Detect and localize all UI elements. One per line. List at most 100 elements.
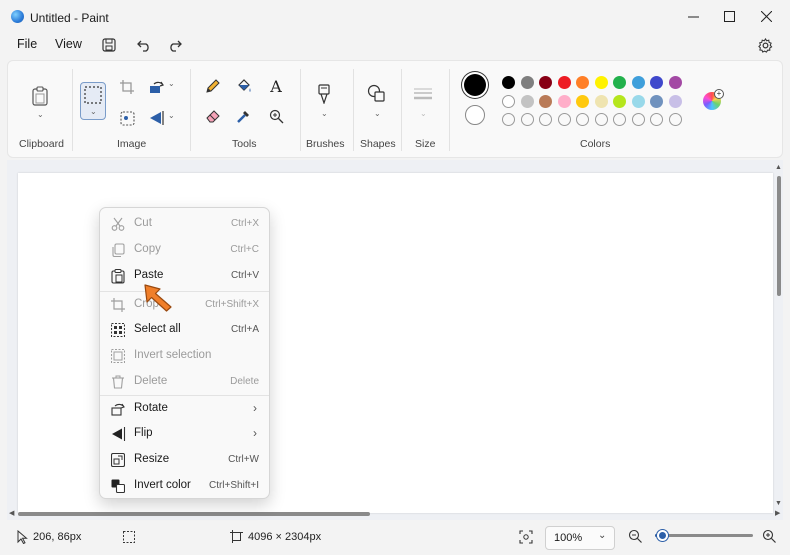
empty-color-slot[interactable] [576, 113, 589, 126]
context-item-paste[interactable]: Paste Ctrl+V [104, 264, 267, 288]
context-item-invert-selection[interactable]: Invert selection [104, 344, 267, 368]
color-swatch[interactable] [594, 94, 608, 108]
menu-view[interactable]: View [55, 37, 82, 51]
color-swatch[interactable] [502, 94, 515, 108]
zoom-slider-thumb[interactable] [656, 530, 668, 541]
zoom-in-icon [269, 109, 283, 123]
shapes-chevron-down-icon[interactable]: ⌄ [374, 109, 381, 118]
primary-color-swatch[interactable] [464, 74, 486, 96]
empty-color-slot[interactable] [668, 113, 682, 126]
context-item-label: Invert color [134, 479, 191, 491]
menu-file[interactable]: File [17, 37, 37, 51]
color-swatch[interactable] [557, 94, 571, 108]
clipboard-chevron-down-icon[interactable]: ⌄ [37, 110, 44, 119]
context-menu-divider [100, 291, 269, 292]
context-item-cut[interactable]: Cut Ctrl+X [104, 212, 267, 236]
eraser-button[interactable] [203, 106, 223, 126]
size-button[interactable] [411, 85, 435, 103]
maximize-button[interactable] [711, 0, 747, 32]
context-item-select-all[interactable]: Select all Ctrl+A [104, 318, 267, 342]
color-swatch[interactable] [557, 76, 571, 89]
zoom-in-button[interactable] [762, 529, 776, 546]
zoom-out-icon [628, 529, 642, 543]
settings-button[interactable] [755, 35, 775, 55]
redo-button[interactable] [165, 35, 185, 55]
minimize-button[interactable] [675, 0, 711, 32]
context-item-copy[interactable]: Copy Ctrl+C [104, 238, 267, 262]
flip-chevron-down-icon[interactable]: ⌄ [168, 111, 175, 120]
clipboard-button[interactable] [30, 85, 50, 107]
size-chevron-down-icon[interactable]: ⌄ [420, 109, 427, 118]
shapes-button[interactable] [366, 83, 386, 103]
scroll-down-arrow-icon[interactable]: ▼ [775, 500, 782, 507]
context-item-resize[interactable]: Resize Ctrl+W [104, 448, 267, 472]
rotate-chevron-down-icon[interactable]: ⌄ [168, 79, 175, 88]
brushes-chevron-down-icon[interactable]: ⌄ [321, 109, 328, 118]
color-swatch[interactable] [594, 76, 608, 89]
rotate-button[interactable] [148, 78, 166, 96]
color-swatch[interactable] [576, 76, 589, 89]
color-swatch[interactable] [613, 76, 626, 89]
cursor-position: 206, 86px [33, 531, 82, 543]
fill-button[interactable] [234, 76, 254, 96]
zoom-slider-track[interactable] [655, 534, 753, 537]
color-swatch[interactable] [520, 76, 534, 89]
color-swatch[interactable] [631, 76, 645, 89]
pencil-button[interactable] [203, 76, 223, 96]
color-swatch[interactable] [539, 76, 552, 89]
color-swatch[interactable] [631, 94, 645, 108]
context-item-shortcut: Ctrl+C [230, 244, 259, 255]
context-item-invert-color[interactable]: Invert color Ctrl+Shift+I [104, 474, 267, 498]
color-swatch[interactable] [668, 94, 682, 108]
shapes-icon [367, 84, 385, 102]
magnifier-button[interactable] [266, 106, 286, 126]
empty-color-slot[interactable] [594, 113, 608, 126]
context-item-flip[interactable]: Flip › [104, 422, 267, 446]
color-swatch[interactable] [520, 94, 534, 108]
context-item-crop[interactable]: Crop Ctrl+Shift+X [104, 293, 267, 317]
title-bar: Untitled - Paint [0, 0, 790, 32]
add-color-icon[interactable]: + [714, 89, 724, 99]
color-picker-button[interactable] [234, 106, 254, 126]
context-item-rotate[interactable]: Rotate › [104, 397, 267, 421]
fit-to-window-button[interactable] [519, 530, 533, 547]
scroll-right-arrow-icon[interactable]: ▶ [775, 509, 780, 517]
context-item-shortcut: Ctrl+X [230, 218, 259, 229]
horizontal-scrollbar-thumb[interactable] [18, 512, 370, 516]
save-button[interactable] [99, 35, 119, 55]
scroll-left-arrow-icon[interactable]: ◀ [9, 509, 14, 517]
context-item-delete[interactable]: Delete Delete [104, 370, 267, 394]
vertical-scrollbar-thumb[interactable] [777, 176, 781, 296]
color-swatch[interactable] [502, 76, 515, 89]
empty-color-slot[interactable] [539, 113, 552, 126]
context-item-label: Invert selection [134, 349, 212, 361]
color-swatch[interactable] [613, 94, 626, 108]
empty-color-slot[interactable] [613, 113, 626, 126]
flip-button[interactable] [148, 109, 166, 127]
color-swatch[interactable] [668, 76, 682, 89]
color-swatch[interactable] [650, 76, 663, 89]
group-label-brushes: Brushes [306, 138, 345, 150]
trash-icon [110, 374, 126, 390]
empty-color-slot[interactable] [631, 113, 645, 126]
empty-color-slot[interactable] [650, 113, 663, 126]
text-tool-icon[interactable]: A [266, 76, 286, 96]
empty-color-slot[interactable] [502, 113, 515, 126]
invert-selection-icon [110, 348, 126, 364]
empty-color-slot[interactable] [520, 113, 534, 126]
selection-chevron-down-icon[interactable]: ⌄ [90, 107, 97, 116]
empty-color-slot[interactable] [557, 113, 571, 126]
crop-button[interactable] [118, 78, 136, 96]
brushes-button[interactable] [314, 83, 334, 105]
close-button[interactable] [748, 0, 784, 32]
undo-button[interactable] [134, 35, 154, 55]
color-swatch[interactable] [650, 94, 663, 108]
secondary-color-swatch[interactable] [465, 105, 485, 125]
zoom-dropdown[interactable]: 100% ⌄ [545, 526, 615, 550]
scroll-up-arrow-icon[interactable]: ▲ [775, 164, 782, 171]
color-swatch[interactable] [539, 94, 552, 108]
zoom-out-button[interactable] [628, 529, 642, 546]
color-swatch[interactable] [576, 94, 589, 108]
image-properties-button[interactable] [118, 109, 136, 127]
selection-tool-button[interactable]: ⌄ [80, 82, 106, 120]
